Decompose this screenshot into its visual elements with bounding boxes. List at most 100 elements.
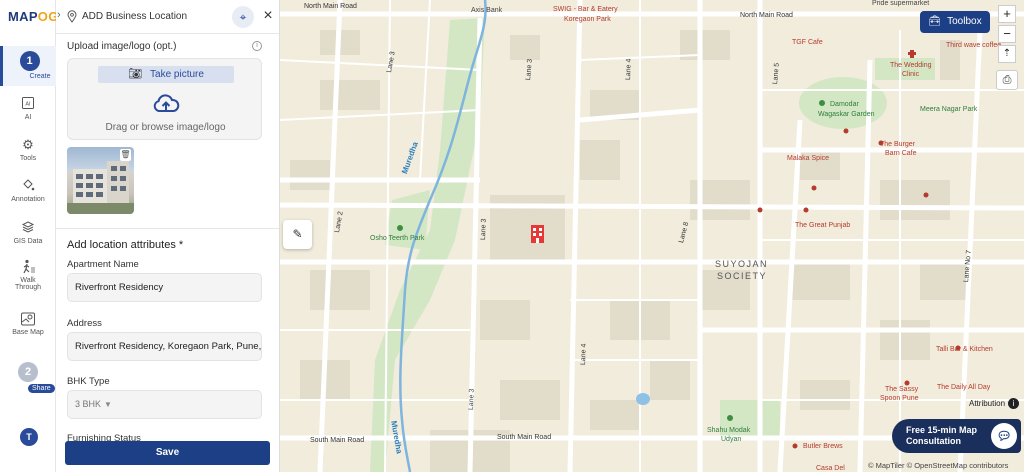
uploaded-image-thumbnail: 🗑︎ (67, 147, 134, 214)
road-label: Lane 3 (468, 388, 476, 411)
area-label: SOCIETY (717, 271, 768, 281)
poi-label: Casa Del (816, 465, 845, 472)
bhk-type-select[interactable]: 3 BHK ▼ (67, 390, 262, 419)
toolbox-label: Toolbox (947, 16, 982, 27)
chat-icon: 💬︎ (991, 423, 1017, 449)
rail-item-label: AI (24, 114, 32, 121)
road-label: South Main Road (310, 437, 365, 444)
poi-label: Osho Teerth Park (370, 235, 425, 242)
attributes-heading: Add location attributes * (67, 239, 184, 251)
poi-label: The Wedding (890, 62, 932, 69)
poi-label: Udyan (721, 436, 742, 443)
bhk-type-label: BHK Type (67, 376, 110, 387)
drag-browse-text: Drag or browse image/logo (105, 122, 226, 133)
rail-item-label: Walk (20, 277, 36, 284)
poi-label: Damodar (830, 101, 859, 108)
save-button[interactable]: Save (65, 441, 270, 465)
plus-icon: + (1003, 6, 1011, 21)
compass-icon: ⇡ (1002, 48, 1012, 59)
rail-item-label: Annotation (11, 196, 45, 203)
ai-icon: AI (20, 96, 36, 112)
apartment-name-input[interactable]: Riverfront Residency (67, 273, 262, 302)
map-canvas[interactable]: North Main Road North Main Road Axis Ban… (280, 0, 1024, 472)
consult-line-2: Consultation (906, 436, 961, 446)
poi-label: Clinic (902, 71, 920, 78)
zoom-in-button[interactable]: + (998, 5, 1016, 23)
trash-icon[interactable]: 🗑︎ (120, 149, 131, 161)
road-label: Lane 4 (580, 343, 588, 366)
rail-item-create[interactable]: 1 Create (0, 46, 56, 86)
close-button[interactable]: × (260, 7, 276, 25)
walk-icon (20, 259, 36, 275)
left-rail: MAPOG 1 Create AI AI ⚙ Tools Annotation … (0, 0, 59, 472)
rail-item-label: Tools (19, 155, 37, 162)
compass-button[interactable]: ⇡ (998, 45, 1016, 63)
pencil-icon: ✎ (292, 227, 303, 241)
poi-label: Third wave coffee (946, 42, 1002, 49)
rail-item-gis-data[interactable]: GIS Data (0, 220, 56, 245)
road-label: North Main Road (304, 3, 357, 10)
poi-label: Talli Bar & Kitchen (936, 346, 993, 353)
rail-item-ai[interactable]: AI AI (0, 96, 56, 121)
map-icon (20, 311, 36, 327)
toolbox-button[interactable]: 🧰︎ Toolbox (920, 11, 990, 33)
rail-item-tools[interactable]: ⚙ Tools (0, 137, 56, 162)
poi-label: The Burger (880, 141, 916, 148)
poi-label: Pride supermarket (872, 0, 930, 7)
poi-label: Barn Cafe (885, 150, 917, 157)
rail-item-annotation[interactable]: Annotation (0, 178, 56, 203)
info-icon[interactable]: i (252, 41, 262, 51)
info-icon: i (1008, 398, 1020, 409)
poi-label: The Daily All Day (937, 384, 991, 391)
consultation-button[interactable]: Free 15-min Map Consultation 💬︎ (892, 419, 1021, 453)
poi-label: Axis Bank (471, 7, 503, 14)
svg-text:AI: AI (25, 102, 31, 108)
rail-item-label-2: Through (14, 284, 42, 291)
locate-button[interactable]: ⌖ (232, 6, 254, 28)
print-button[interactable]: ⎙ (996, 70, 1018, 90)
poi-label: The Sassy (885, 386, 919, 393)
chevron-right-icon[interactable]: › (57, 9, 61, 21)
poi-label: Koregaon Park (564, 16, 611, 23)
avatar[interactable]: T (20, 428, 38, 446)
panel-title: ADD Business Location (82, 11, 188, 22)
map-copyright: © MapTiler © OpenStreetMap contributors (868, 461, 1009, 470)
panel-header: › ADD Business Location ⌖ × (56, 0, 279, 34)
close-icon: × (263, 7, 273, 24)
step-number: 2 (18, 362, 38, 382)
camera-icon: 📷︎ (128, 68, 143, 80)
take-picture-label: Take picture (150, 69, 204, 80)
poi-label: Malaka Spice (787, 155, 830, 162)
step-number: 1 (19, 51, 40, 71)
take-picture-button[interactable]: 📷︎ Take picture (98, 66, 234, 83)
edit-button[interactable]: ✎ (283, 220, 312, 249)
road-label: South Main Road (497, 434, 552, 441)
poi-label: Butler Brews (803, 443, 843, 450)
rail-item-share[interactable]: 2 Share (0, 362, 56, 393)
rail-item-label: GIS Data (13, 238, 43, 245)
consult-line-1: Free 15-min Map (906, 425, 978, 435)
attribution-button[interactable]: Attribution i (969, 398, 1020, 409)
bhk-type-value: 3 BHK (75, 399, 102, 409)
cloud-upload-icon (153, 94, 180, 112)
toolbox-icon: 🧰︎ (928, 16, 942, 27)
address-input[interactable]: Riverfront Residency, Koregaon Park, Pun… (67, 332, 262, 361)
poi-label: Wagaskar Garden (818, 111, 875, 118)
location-pin-icon (67, 10, 77, 23)
rail-item-base-map[interactable]: Base Map (0, 311, 56, 336)
attribution-label: Attribution (969, 399, 1006, 408)
rail-item-walk-through[interactable]: Walk Through (0, 259, 56, 291)
gear-icon: ⚙ (22, 137, 34, 152)
poi-label: The Great Punjab (795, 222, 851, 229)
rail-item-label: Share (28, 384, 55, 393)
printer-icon: ⎙ (1002, 74, 1012, 86)
poi-label: SWIG - Bar & Eatery (553, 6, 618, 13)
mapog-logo[interactable]: MAPOG (8, 9, 59, 24)
rail-item-label: Base Map (12, 329, 44, 336)
apartment-name-label: Apartment Name (67, 259, 139, 270)
road-label: Lane 4 (625, 58, 633, 81)
upload-label: Upload image/logo (opt.) (67, 41, 177, 52)
upload-dropzone[interactable]: 📷︎ Take picture Drag or browse image/logo (67, 58, 262, 140)
zoom-out-button[interactable]: − (998, 25, 1016, 43)
road-label: North Main Road (740, 12, 793, 19)
